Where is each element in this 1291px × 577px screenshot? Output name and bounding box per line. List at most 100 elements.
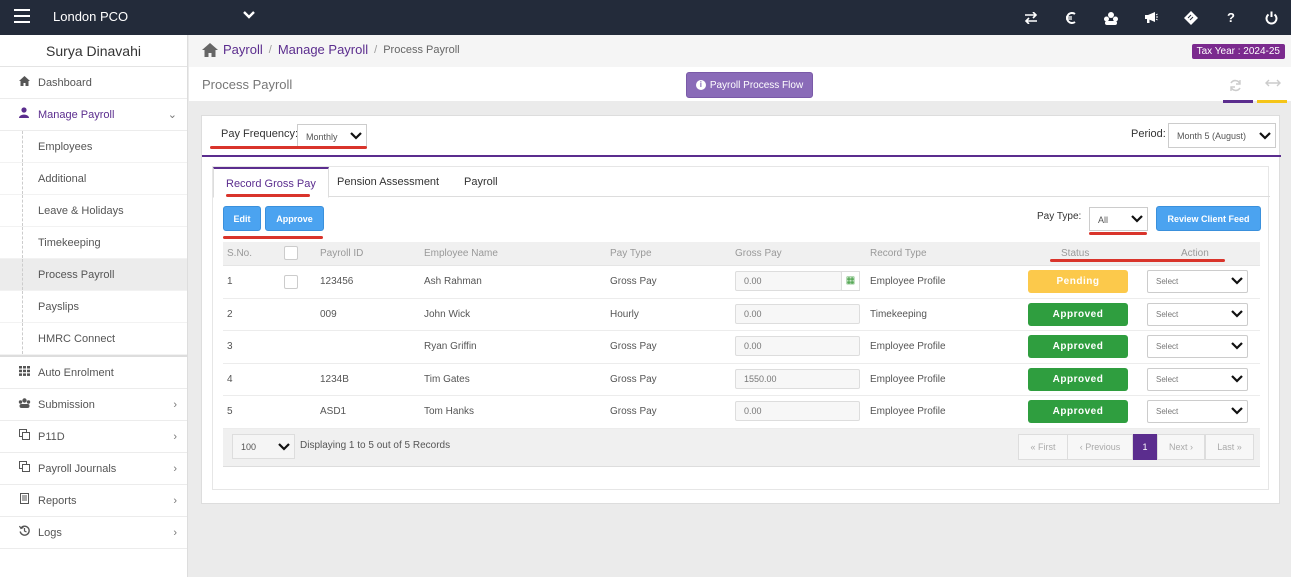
sidebar-subitem-process-payroll[interactable]: Process Payroll: [0, 259, 187, 291]
action-select-value: Select: [1156, 309, 1179, 319]
cell-sno: 5: [227, 406, 233, 417]
gross-pay-input[interactable]: 0.00: [735, 401, 860, 421]
cell-sno: 1: [227, 276, 233, 287]
sidebar-subitem-timekeeping[interactable]: Timekeeping: [0, 227, 187, 259]
sidebar-item-reports[interactable]: Reports ›: [0, 485, 187, 517]
currency-icon[interactable]: [1051, 0, 1091, 35]
breadcrumb-payroll[interactable]: Payroll: [223, 42, 263, 57]
action-select[interactable]: Select: [1147, 302, 1248, 326]
expand-horizontal-icon[interactable]: [1265, 77, 1281, 91]
annotation-underline: [210, 146, 367, 149]
pay-type-select[interactable]: All: [1089, 207, 1148, 231]
action-select[interactable]: Select: [1147, 367, 1248, 391]
tab-payroll[interactable]: Payroll: [452, 167, 510, 197]
sidebar-item-manage-payroll[interactable]: Manage Payroll ⌄: [0, 99, 187, 131]
refresh-icon[interactable]: [1229, 79, 1243, 93]
company-chevron-down-icon[interactable]: [242, 7, 256, 23]
tab-pension-assessment[interactable]: Pension Assessment: [325, 167, 451, 197]
period-select[interactable]: Month 5 (August): [1168, 123, 1276, 148]
breadcrumb-separator: /: [268, 43, 272, 56]
edit-button[interactable]: Edit: [223, 206, 261, 231]
cell-record-type: Employee Profile: [870, 341, 946, 352]
cell-record-type: Employee Profile: [870, 373, 946, 385]
cell-record-type: Timekeeping: [870, 308, 927, 320]
row-checkbox[interactable]: [284, 275, 298, 289]
page-title: Process Payroll: [202, 77, 293, 92]
sidebar-item-label: Auto Enrolment: [38, 367, 114, 379]
per-page-select[interactable]: 100: [232, 434, 295, 459]
action-select-value: Select: [1156, 374, 1179, 384]
annotation-underline: [223, 236, 323, 239]
action-select[interactable]: Select: [1147, 335, 1248, 358]
cell-pay-type: Gross Pay: [610, 406, 657, 417]
payroll-process-flow-label: Payroll Process Flow: [709, 79, 804, 91]
gross-pay-input[interactable]: 0.00: [735, 336, 860, 356]
home-icon: [17, 67, 31, 99]
header-employee-name: Employee Name: [424, 248, 498, 259]
bullhorn-icon[interactable]: [1131, 0, 1171, 35]
sidebar-subitem-hmrc-connect[interactable]: HMRC Connect: [0, 323, 187, 355]
cell-record-type: Employee Profile: [870, 276, 946, 287]
sidebar-item-payroll-journals[interactable]: Payroll Journals ›: [0, 453, 187, 485]
gross-pay-input[interactable]: 0.00: [735, 303, 860, 324]
table-row: 1 123456 Ash Rahman Gross Pay 0.00 ▦ Emp…: [223, 266, 1260, 299]
action-select[interactable]: Select: [1147, 400, 1248, 423]
page-1-button[interactable]: 1: [1133, 434, 1157, 460]
pay-type-value: All: [1098, 215, 1109, 225]
chevron-down-icon: [1259, 131, 1271, 140]
review-client-feed-button[interactable]: Review Client Feed: [1156, 206, 1261, 231]
calculator-icon[interactable]: ▦: [841, 271, 860, 291]
action-select[interactable]: Select: [1147, 270, 1248, 293]
document-icon: [17, 485, 31, 517]
home-icon[interactable]: [202, 42, 218, 57]
user-icon: [17, 99, 31, 131]
action-select-value: Select: [1156, 407, 1179, 416]
help-icon[interactable]: ?: [1211, 0, 1251, 35]
sidebar-subitem-leave-holidays[interactable]: Leave & Holidays: [0, 195, 187, 227]
table-header: S.No. Payroll ID Employee Name Pay Type …: [223, 242, 1260, 266]
previous-page-button[interactable]: ‹ Previous: [1067, 434, 1133, 460]
cell-employee-name: Tim Gates: [424, 373, 470, 385]
sidebar-subitem-additional[interactable]: Additional: [0, 163, 187, 195]
cell-payroll-id: 1234B: [320, 373, 349, 385]
period-label: Period:: [1131, 128, 1166, 140]
sidebar-item-label: Logs: [38, 527, 62, 539]
last-page-button[interactable]: Last »: [1205, 434, 1254, 460]
power-icon[interactable]: [1251, 0, 1291, 35]
gross-pay-input[interactable]: 0.00: [735, 271, 842, 291]
pay-frequency-label: Pay Frequency:: [221, 128, 299, 140]
cell-sno: 4: [227, 373, 233, 385]
chevron-down-icon: [1231, 407, 1243, 415]
approve-button[interactable]: Approve: [265, 206, 324, 231]
gross-pay-input[interactable]: 1550.00: [735, 368, 860, 389]
status-badge: Approved: [1028, 335, 1128, 358]
cell-sno: 3: [227, 341, 233, 352]
sidebar-item-submission[interactable]: Submission ›: [0, 389, 187, 421]
select-all-checkbox[interactable]: [284, 246, 298, 260]
sidebar-item-auto-enrolment[interactable]: Auto Enrolment: [0, 357, 187, 389]
payroll-process-flow-button[interactable]: i Payroll Process Flow: [686, 72, 813, 98]
top-navbar: London PCO ?: [0, 0, 1291, 35]
status-badge: Approved: [1028, 400, 1128, 423]
chevron-down-icon: [1131, 215, 1143, 223]
hamburger-menu-icon[interactable]: [14, 9, 30, 23]
header-record-type: Record Type: [870, 248, 927, 259]
payroll-tab-panel: Record Gross Pay Pension Assessment Payr…: [212, 166, 1270, 490]
first-page-button[interactable]: « First: [1018, 434, 1068, 460]
records-info: Displaying 1 to 5 out of 5 Records: [300, 440, 451, 451]
sidebar-item-dashboard[interactable]: Dashboard: [0, 67, 187, 99]
pay-frequency-select[interactable]: Monthly: [297, 124, 367, 148]
breadcrumb-manage-payroll[interactable]: Manage Payroll: [278, 42, 368, 57]
ticket-icon[interactable]: [1171, 0, 1211, 35]
sidebar-item-p11d[interactable]: P11D ›: [0, 421, 187, 453]
exchange-icon[interactable]: [1011, 0, 1051, 35]
copy-icon: [17, 421, 31, 453]
sidebar-item-label: Manage Payroll: [38, 109, 115, 121]
sidebar-item-logs[interactable]: Logs ›: [0, 517, 187, 549]
next-page-button[interactable]: Next ›: [1157, 434, 1205, 460]
grid-icon: [17, 357, 31, 389]
sidebar-subitem-employees[interactable]: Employees: [0, 131, 187, 163]
users-icon[interactable]: [1091, 0, 1131, 35]
sidebar-subitem-payslips[interactable]: Payslips: [0, 291, 187, 323]
cell-employee-name: Ash Rahman: [424, 276, 482, 287]
